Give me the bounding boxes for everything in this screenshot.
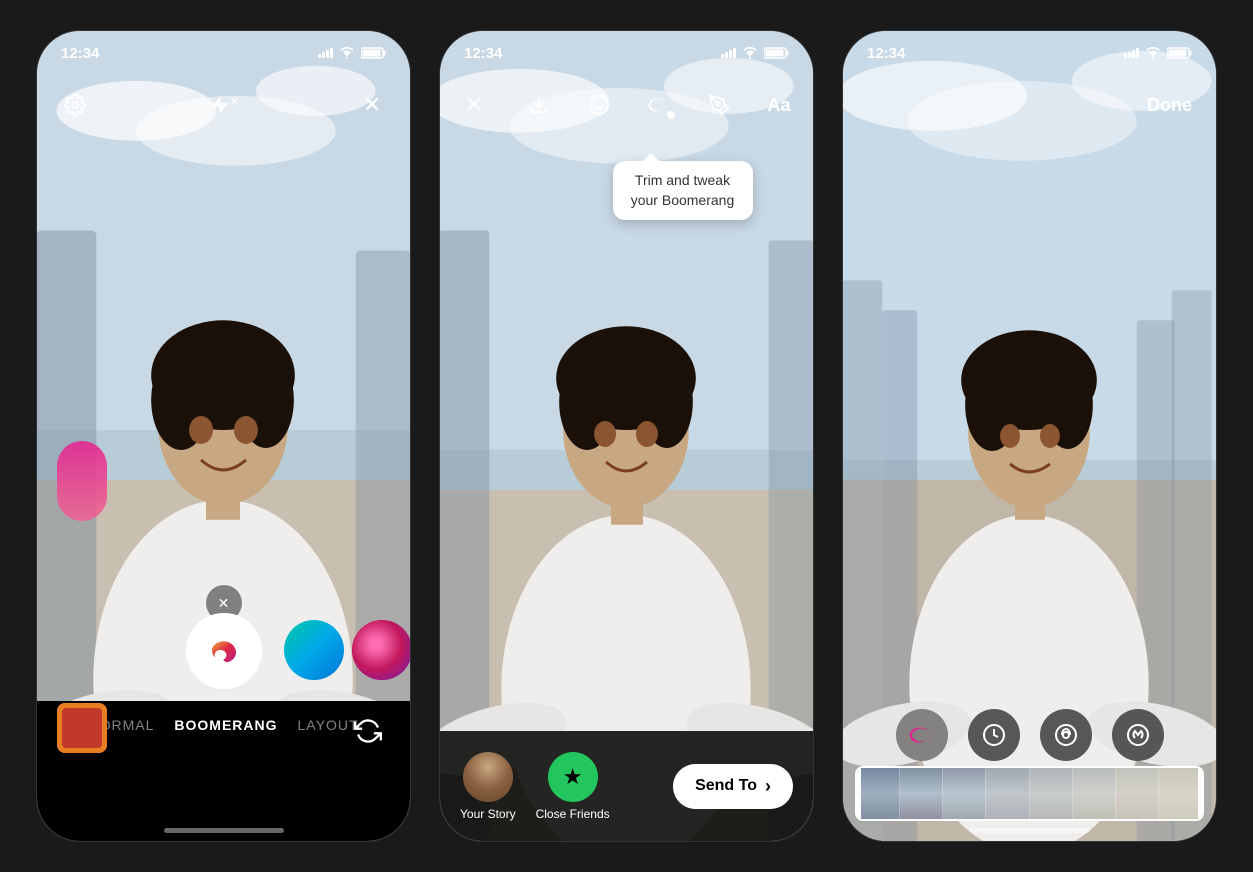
filmstrip-frame bbox=[1159, 768, 1202, 819]
battery-icon-1 bbox=[361, 47, 386, 59]
slow-mode-button[interactable] bbox=[968, 709, 1020, 761]
home-indicator-3 bbox=[970, 828, 1090, 833]
bottom-bar-1: NORMAL BOOMERANG LAYOUT bbox=[37, 701, 410, 841]
wifi-icon-2 bbox=[742, 47, 758, 59]
teal-filter-option[interactable] bbox=[284, 620, 344, 680]
photo-background-2 bbox=[440, 31, 813, 841]
signal-bars-3 bbox=[1124, 48, 1139, 58]
battery-icon-3 bbox=[1167, 47, 1192, 59]
phone2-toolbar: ✕ bbox=[440, 75, 813, 135]
phone-3: 12:34 Done bbox=[842, 30, 1217, 842]
battery-icon-2 bbox=[764, 47, 789, 59]
signal-bars-2 bbox=[721, 48, 736, 58]
camera-flip-button[interactable] bbox=[346, 709, 390, 753]
filmstrip-frame bbox=[857, 768, 900, 819]
top-center-icons: Aa bbox=[521, 87, 797, 123]
text-button[interactable]: Aa bbox=[761, 87, 797, 123]
status-bar-1: 12:34 bbox=[37, 31, 410, 75]
your-story-label: Your Story bbox=[460, 807, 516, 821]
time-2: 12:34 bbox=[464, 45, 502, 62]
echo-mode-button[interactable] bbox=[1040, 709, 1092, 761]
wifi-icon-3 bbox=[1145, 47, 1161, 59]
time-1: 12:34 bbox=[61, 45, 99, 62]
your-story-option[interactable]: Your Story bbox=[460, 752, 516, 821]
thumbnail-preview[interactable] bbox=[57, 703, 107, 753]
flash-button[interactable]: × bbox=[209, 94, 238, 116]
close-friends-avatar: ★ bbox=[548, 752, 598, 802]
draw-button[interactable] bbox=[701, 87, 737, 123]
send-to-button[interactable]: Send To › bbox=[673, 764, 793, 809]
close-button-2[interactable]: ✕ bbox=[456, 87, 492, 123]
phone1-toolbar: × ✕ bbox=[37, 75, 410, 135]
story-options: Your Story ★ Close Friends bbox=[460, 752, 610, 821]
close-button-1[interactable]: ✕ bbox=[354, 87, 390, 123]
download-button[interactable] bbox=[521, 87, 557, 123]
filmstrip-frame bbox=[943, 768, 986, 819]
status-icons-3 bbox=[1124, 47, 1192, 59]
home-indicator-1 bbox=[164, 828, 284, 833]
status-bar-3: 12:34 bbox=[843, 31, 1216, 75]
boomerang-mode-button[interactable] bbox=[896, 709, 948, 761]
filmstrip-frame bbox=[1030, 768, 1073, 819]
mode-boomerang[interactable]: BOOMERANG bbox=[174, 717, 277, 733]
phone3-toolbar: Done bbox=[843, 75, 1216, 135]
duo-mode-button[interactable] bbox=[1112, 709, 1164, 761]
your-story-avatar bbox=[463, 752, 513, 802]
bottom-controls-3 bbox=[843, 709, 1216, 761]
boomerang-tooltip: Trim and tweak your Boomerang bbox=[613, 161, 753, 220]
phone-2: 12:34 ✕ bbox=[439, 30, 814, 842]
done-button[interactable]: Done bbox=[1147, 95, 1192, 116]
filmstrip-frame bbox=[1116, 768, 1159, 819]
filmstrip-handle-right[interactable] bbox=[1198, 768, 1202, 819]
face-effects-button[interactable] bbox=[581, 87, 617, 123]
phones-container: 12:34 bbox=[36, 30, 1217, 842]
filmstrip[interactable] bbox=[855, 766, 1204, 821]
status-icons-1 bbox=[318, 47, 386, 59]
left-accent bbox=[57, 441, 107, 521]
send-to-label: Send To bbox=[695, 777, 757, 795]
bottom-bar-2: Your Story ★ Close Friends Send To › bbox=[440, 731, 813, 841]
filmstrip-frame bbox=[900, 768, 943, 819]
status-icons-2 bbox=[721, 47, 789, 59]
pink-filter-option[interactable] bbox=[352, 620, 412, 680]
boomerang-selector[interactable] bbox=[186, 613, 262, 689]
filmstrip-frame bbox=[986, 768, 1029, 819]
close-friends-label: Close Friends bbox=[536, 807, 610, 821]
close-friends-option[interactable]: ★ Close Friends bbox=[536, 752, 610, 821]
filmstrip-frame bbox=[1073, 768, 1116, 819]
phone-1: 12:34 bbox=[36, 30, 411, 842]
time-3: 12:34 bbox=[867, 45, 905, 62]
settings-button[interactable] bbox=[57, 87, 93, 123]
mode-selector: NORMAL BOOMERANG LAYOUT bbox=[88, 717, 358, 733]
boomerang-tweak-button[interactable] bbox=[641, 87, 677, 123]
wifi-icon-1 bbox=[339, 47, 355, 59]
signal-bars-1 bbox=[318, 48, 333, 58]
send-arrow-icon: › bbox=[765, 776, 771, 797]
status-bar-2: 12:34 bbox=[440, 31, 813, 75]
filmstrip-handle-left[interactable] bbox=[857, 768, 861, 819]
